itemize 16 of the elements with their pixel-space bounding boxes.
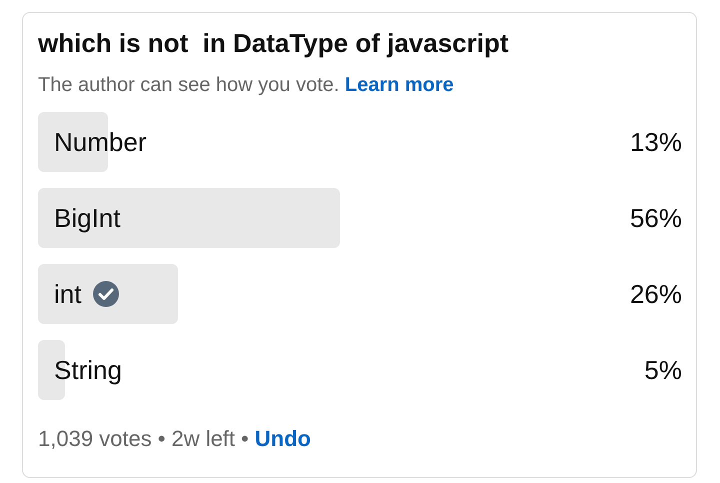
option-percent: 56% <box>630 202 682 234</box>
option-percent: 26% <box>630 278 682 310</box>
option-label: BigInt <box>54 202 120 234</box>
time-left: 2w left <box>171 426 236 452</box>
separator-dot: • <box>158 426 166 452</box>
option-percent: 5% <box>644 354 682 386</box>
learn-more-link[interactable]: Learn more <box>344 74 454 96</box>
option-label: int <box>54 278 82 310</box>
option-percent: 13% <box>630 126 682 158</box>
option-label: String <box>54 354 122 386</box>
vote-count: 1,039 votes <box>38 426 152 452</box>
author-notice: The author can see how you vote. <box>38 74 340 96</box>
poll-question: which is not in DataType of javascript <box>38 27 510 59</box>
separator-dot: • <box>241 426 249 452</box>
undo-link[interactable]: Undo <box>254 426 311 452</box>
option-label: Number <box>54 126 146 158</box>
